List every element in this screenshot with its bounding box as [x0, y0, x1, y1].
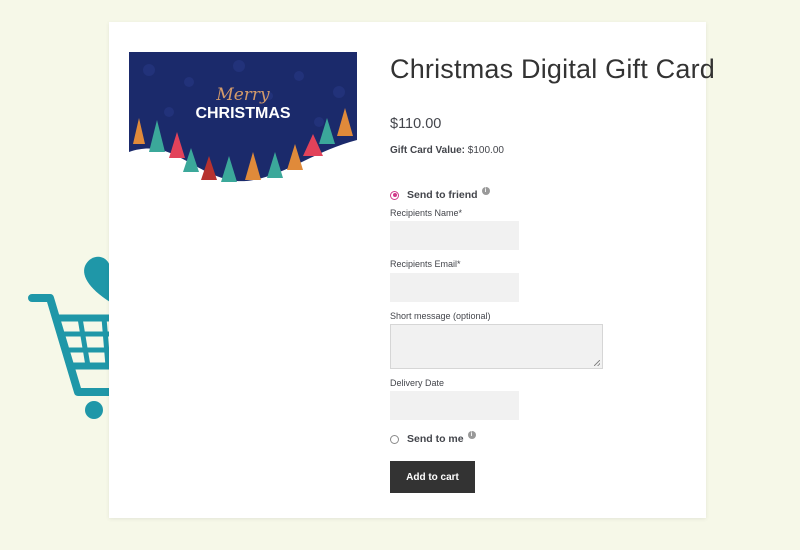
send-to-friend-radio[interactable]: [390, 190, 399, 200]
product-title: Christmas Digital Gift Card: [390, 54, 715, 84]
send-to-me-option[interactable]: Send to me i: [390, 431, 476, 445]
send-to-friend-label: Send to friend: [407, 189, 478, 201]
recipients-name-label: Recipients Name*: [390, 208, 463, 218]
resize-grip-icon[interactable]: [594, 360, 600, 366]
product-price: $110.00: [390, 116, 442, 132]
recipients-email-label: Recipients Email*: [390, 259, 461, 269]
short-message-label: Short message (optional): [390, 311, 491, 321]
gift-card-value: Gift Card Value: $100.00: [390, 145, 504, 156]
image-christmas-text: CHRISTMAS: [195, 105, 290, 122]
delivery-date-input[interactable]: [390, 391, 519, 420]
send-to-me-radio[interactable]: [390, 434, 399, 444]
gift-card-value-amount: $100.00: [467, 145, 504, 156]
add-to-cart-button[interactable]: Add to cart: [390, 461, 475, 493]
short-message-textarea[interactable]: [390, 324, 603, 369]
product-card: Merry CHRISTMAS Christmas Digital Gift C…: [109, 22, 715, 518]
info-icon[interactable]: i: [481, 187, 490, 195]
recipients-name-input[interactable]: [390, 221, 519, 250]
recipients-email-input[interactable]: [390, 273, 519, 302]
send-to-me-label: Send to me: [407, 433, 464, 445]
product-image: Merry CHRISTMAS: [129, 52, 357, 188]
delivery-date-label: Delivery Date: [390, 378, 445, 388]
send-to-friend-option[interactable]: Send to friend i: [390, 187, 490, 201]
info-icon[interactable]: i: [467, 431, 476, 439]
gift-card-value-label: Gift Card Value:: [390, 145, 466, 156]
image-merry-text: Merry: [215, 85, 270, 105]
